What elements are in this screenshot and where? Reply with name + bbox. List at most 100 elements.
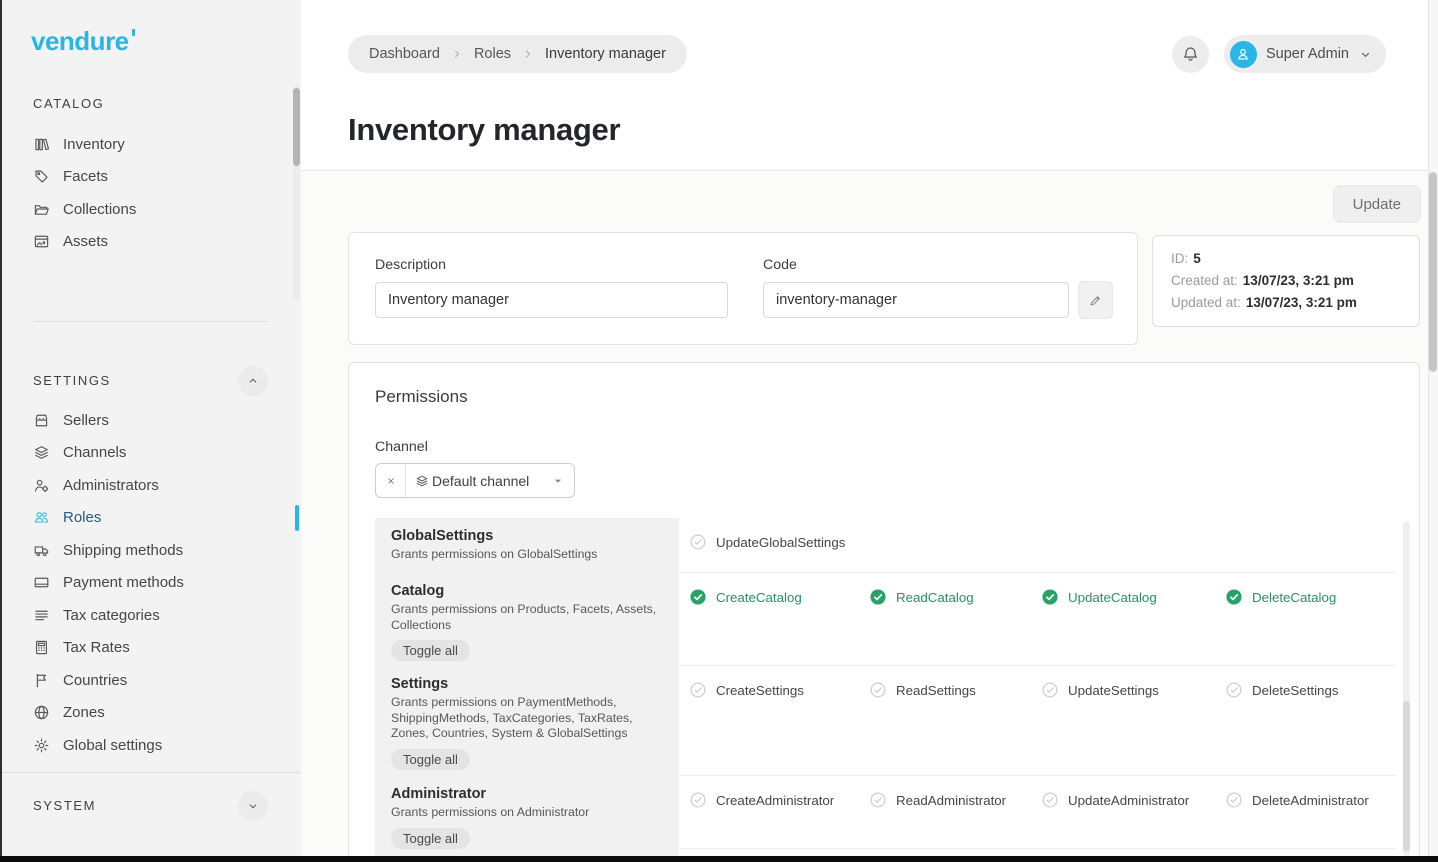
permission-checkbox-createsettings[interactable]: CreateSettings: [689, 679, 869, 701]
sidebar-item-label: Payment methods: [63, 574, 184, 591]
remove-channel-button[interactable]: [376, 464, 406, 497]
updated-at-label: Updated at:: [1171, 295, 1241, 310]
permission-checkbox-deleteadministrator[interactable]: DeleteAdministrator: [1225, 789, 1396, 811]
settings-nav: Sellers ChannelsAdministratorsRolesShippi…: [0, 404, 301, 762]
permission-checkbox-readcatalog[interactable]: ReadCatalog: [869, 586, 1041, 608]
check-circle-filled-icon: [689, 588, 707, 606]
permission-items: UpdateGlobalSettings: [679, 518, 1396, 573]
system-collapse-button[interactable]: [238, 791, 268, 821]
permissions-scrollbar-thumb[interactable]: [1403, 701, 1410, 851]
global-settings-icon: [33, 737, 50, 754]
sidebar-item-assets[interactable]: Assets: [0, 226, 301, 259]
sidebar-item-facets[interactable]: Facets: [0, 161, 301, 194]
chevron-right-icon: [451, 48, 463, 60]
code-input[interactable]: [763, 282, 1069, 318]
sidebar-item-shipping-methods[interactable]: Shipping methods: [0, 534, 301, 567]
permissions-table: GlobalSettings Grants permissions on Glob…: [375, 518, 1396, 861]
brand-logo-text: vendure: [31, 28, 129, 54]
toggle-all-button[interactable]: Toggle all: [391, 640, 470, 661]
sidebar-item-tax-rates[interactable]: Tax Rates: [0, 632, 301, 665]
breadcrumb-item-roles[interactable]: Roles: [474, 46, 511, 62]
breadcrumb-item-inventory-manager: Inventory manager: [545, 46, 666, 62]
id-label: ID:: [1171, 251, 1188, 266]
channel-value: Default channel: [432, 473, 529, 489]
channel-select[interactable]: Default channel: [375, 463, 575, 498]
permission-group-name: Catalog: [391, 583, 663, 599]
description-group: Description: [375, 257, 728, 318]
sidebar-item-label: Countries: [63, 672, 127, 689]
chevron-down-icon: [246, 799, 260, 813]
sidebar-item-administrators[interactable]: Administrators: [0, 469, 301, 502]
shipping-icon: [33, 542, 50, 559]
permission-checkbox-updatecatalog[interactable]: UpdateCatalog: [1041, 586, 1225, 608]
chevron-up-icon: [246, 374, 260, 388]
sidebar-item-label: Sellers: [63, 412, 109, 429]
user-menu[interactable]: Super Admin: [1224, 35, 1386, 73]
permission-checkbox-deletecatalog[interactable]: DeleteCatalog: [1225, 586, 1396, 608]
permission-checkbox-deletesettings[interactable]: DeleteSettings: [1225, 679, 1396, 701]
permission-items: CreateSettings ReadSettings UpdateSettings…: [679, 666, 1396, 776]
updated-at-value: 13/07/23, 3:21 pm: [1246, 295, 1357, 310]
permission-group-description: Grants permissions on GlobalSettings: [391, 547, 663, 563]
sidebar-item-tax-categories[interactable]: Tax categories: [0, 599, 301, 632]
settings-collapse-button[interactable]: [238, 366, 268, 396]
administrators-icon: [33, 477, 50, 494]
sidebar-item-payment-methods[interactable]: Payment methods: [0, 567, 301, 600]
permission-checkbox-readsettings[interactable]: ReadSettings: [869, 679, 1041, 701]
toggle-all-button[interactable]: Toggle all: [391, 749, 470, 770]
permission-checkbox-createcatalog[interactable]: CreateCatalog: [689, 586, 869, 608]
sidebar-item-label: Tax Rates: [63, 639, 130, 656]
permission-label: DeleteCatalog: [1252, 590, 1336, 605]
notifications-button[interactable]: [1172, 36, 1209, 73]
page-scrollbar-track[interactable]: [1428, 0, 1438, 862]
caret-down-icon: [551, 474, 565, 488]
check-circle-icon: [689, 533, 707, 551]
sidebar-item-collections[interactable]: Collections: [0, 193, 301, 226]
brand-logo[interactable]: vendure: [31, 28, 301, 54]
check-circle-filled-icon: [869, 588, 887, 606]
code-group: Code: [763, 257, 1113, 319]
tax-categories-icon: [33, 607, 50, 624]
sidebar-item-zones[interactable]: Zones: [0, 697, 301, 730]
permission-label: UpdateAdministrator: [1068, 793, 1189, 808]
chevron-right-icon: [522, 48, 534, 60]
sidebar-item-sellers[interactable]: Sellers: [0, 404, 301, 437]
sidebar-item-roles[interactable]: Roles: [0, 502, 301, 535]
id-value: 5: [1193, 251, 1201, 266]
permission-group-name: GlobalSettings: [391, 528, 663, 544]
toggle-all-button[interactable]: Toggle all: [391, 828, 470, 849]
sidebar-item-countries[interactable]: Countries: [0, 664, 301, 697]
permission-checkbox-readadministrator[interactable]: ReadAdministrator: [869, 789, 1041, 811]
permission-checkbox-updateadministrator[interactable]: UpdateAdministrator: [1041, 789, 1225, 811]
code-label: Code: [763, 257, 1113, 273]
sidebar-item-global-settings[interactable]: Global settings: [0, 729, 301, 762]
edit-code-button[interactable]: [1078, 281, 1113, 319]
breadcrumb-item-dashboard[interactable]: Dashboard: [369, 46, 440, 62]
permission-group-row: CatalogGrants permissions on Products, F…: [375, 573, 1396, 666]
sidebar-item-label: Inventory: [63, 136, 125, 153]
permission-label: ReadSettings: [896, 683, 976, 698]
created-at-value: 13/07/23, 3:21 pm: [1243, 273, 1354, 288]
permission-checkbox-updateglobalsettings[interactable]: UpdateGlobalSettings: [689, 531, 869, 553]
sidebar-item-channels[interactable]: Channels: [0, 437, 301, 470]
inventory-icon: [33, 136, 50, 153]
sidebar-scrollbar-thumb[interactable]: [293, 88, 300, 166]
permission-label: UpdateGlobalSettings: [716, 535, 845, 550]
sidebar-system-section: SYSTEM: [0, 772, 301, 862]
roles-icon: [33, 509, 50, 526]
permission-checkbox-createadministrator[interactable]: CreateAdministrator: [689, 789, 869, 811]
permission-group-info: GlobalSettings Grants permissions on Glob…: [375, 518, 679, 573]
update-button[interactable]: Update: [1333, 185, 1421, 223]
permission-label: DeleteAdministrator: [1252, 793, 1369, 808]
permission-label: CreateAdministrator: [716, 793, 834, 808]
window-bottom-edge: [0, 856, 1438, 862]
sidebar-item-inventory[interactable]: Inventory: [0, 128, 301, 161]
description-input[interactable]: [375, 282, 728, 318]
bell-icon: [1181, 45, 1200, 64]
check-circle-icon: [1225, 681, 1243, 699]
sidebar-section-settings-header: SETTINGS: [0, 366, 301, 396]
page-scrollbar-thumb[interactable]: [1429, 172, 1437, 372]
avatar: [1230, 41, 1257, 68]
permission-checkbox-updatesettings[interactable]: UpdateSettings: [1041, 679, 1225, 701]
sidebar-section-settings: SETTINGS: [33, 373, 111, 389]
